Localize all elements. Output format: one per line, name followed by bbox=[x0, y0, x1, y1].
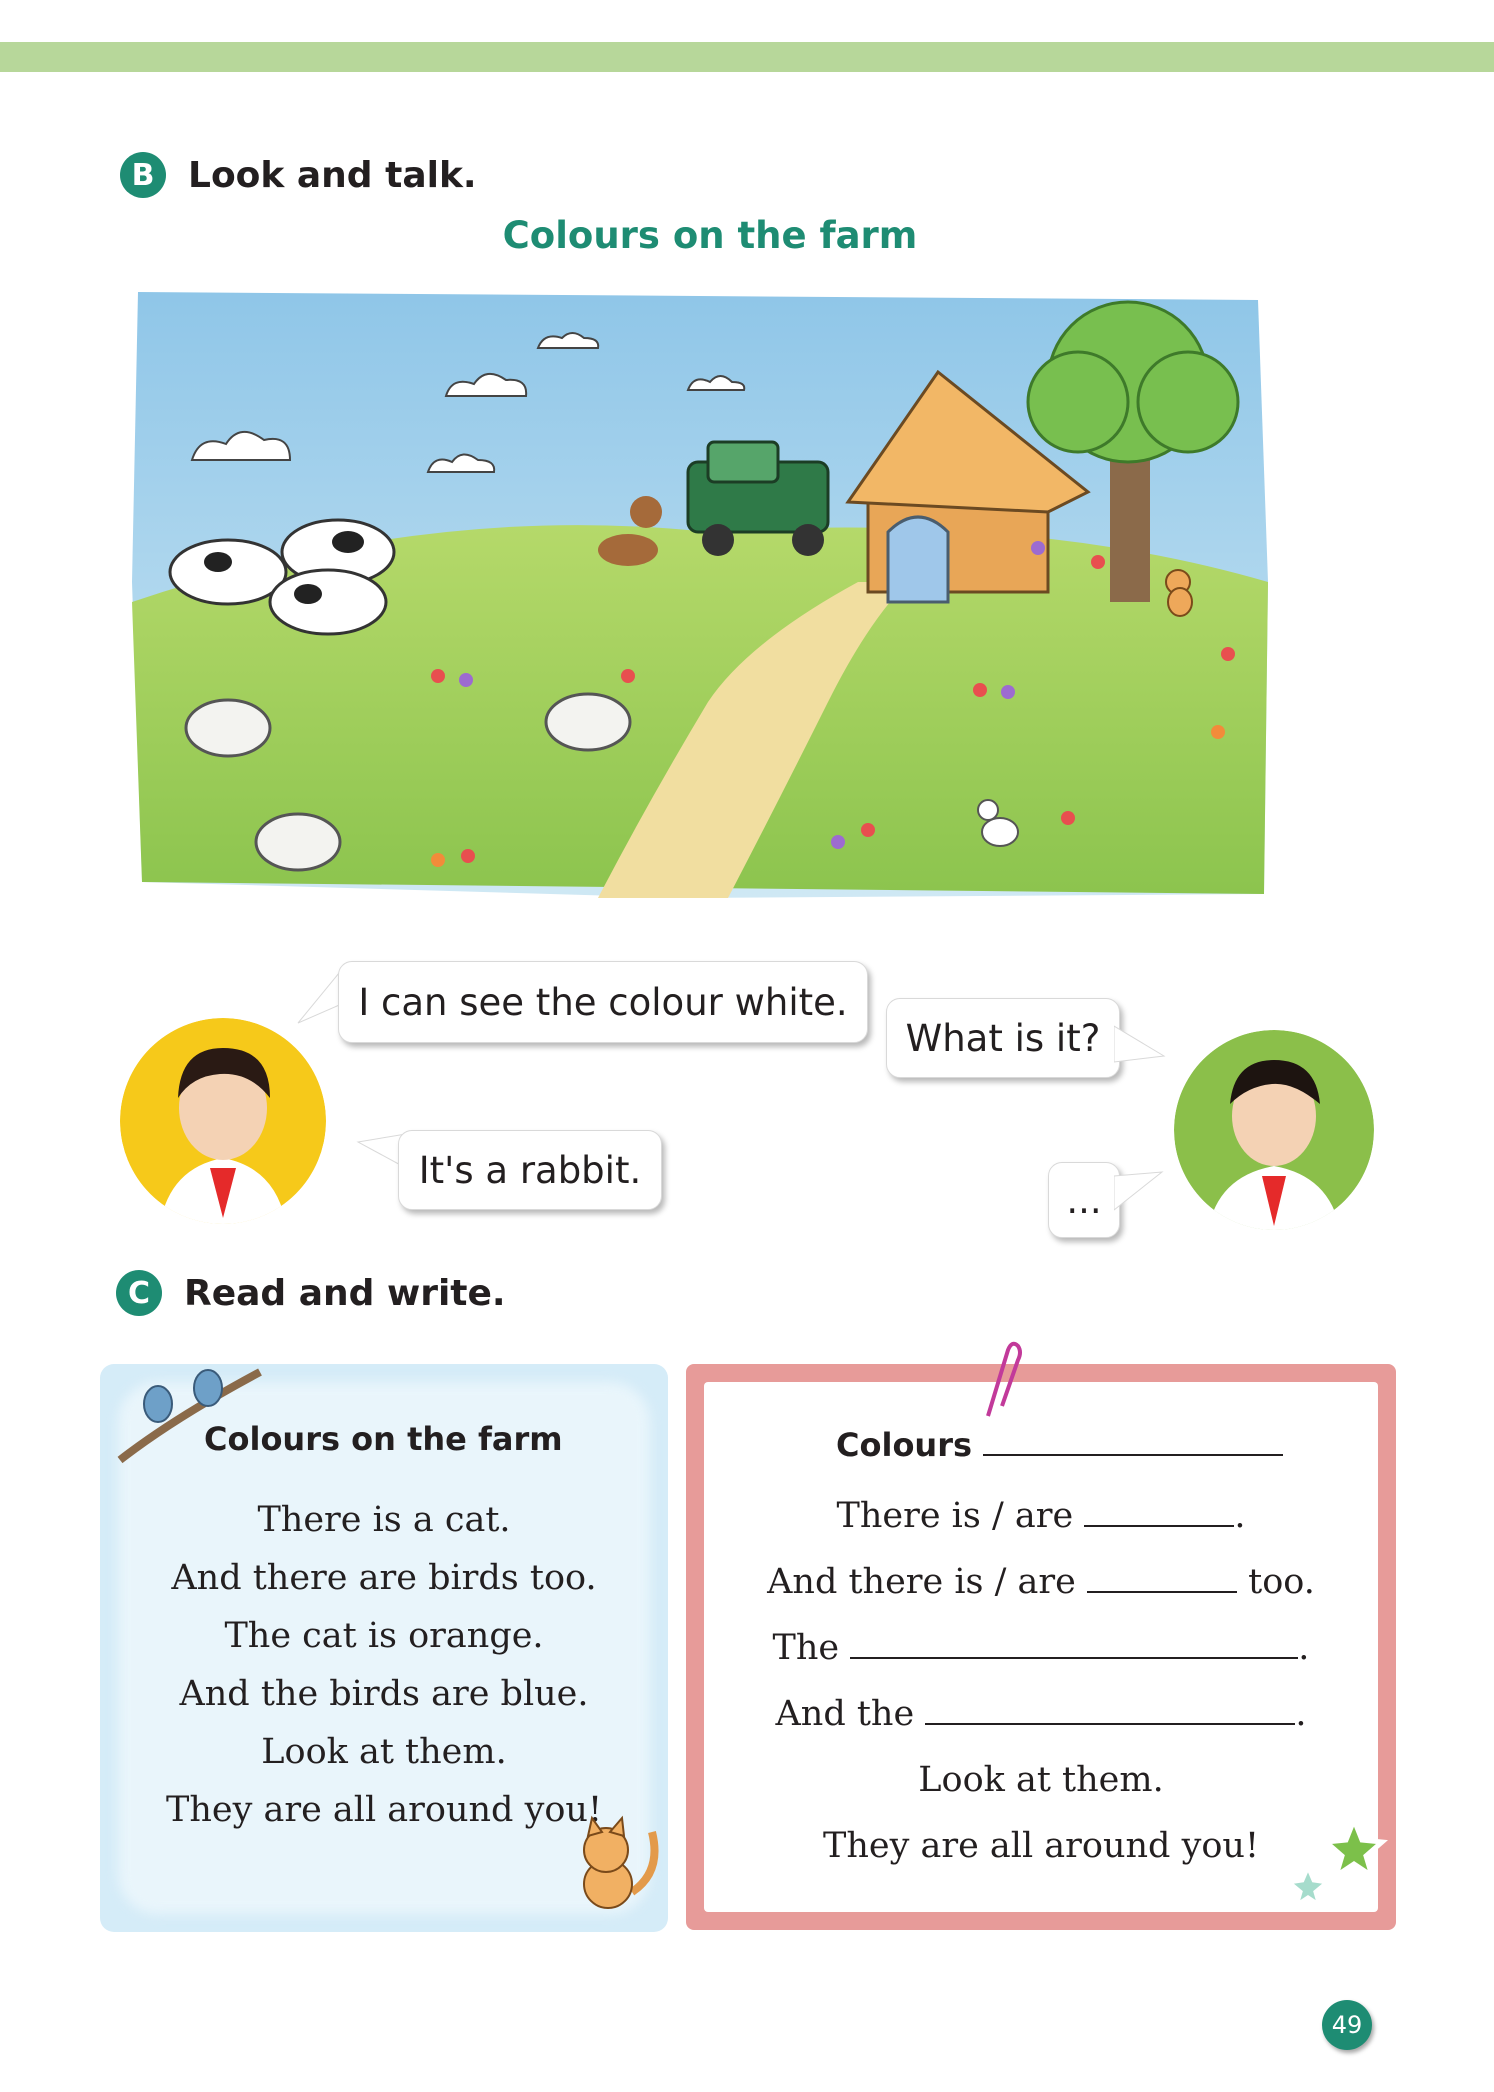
cat-icon bbox=[583, 1815, 659, 1909]
poem-title: Colours on the farm bbox=[204, 1420, 563, 1458]
title-blank[interactable] bbox=[983, 1426, 1284, 1456]
answer-blank[interactable] bbox=[850, 1629, 1299, 1659]
farm-illustration bbox=[132, 292, 1268, 898]
poem-line: There is a cat. bbox=[257, 1500, 511, 1540]
writing-line-5: Look at them. bbox=[918, 1760, 1164, 1800]
writing-title: Colours bbox=[836, 1426, 1284, 1464]
section-b-heading: B Look and talk. bbox=[120, 152, 477, 198]
girl-line-2: It's a rabbit. bbox=[418, 1148, 642, 1192]
boy-bubble-2-tail bbox=[1114, 1171, 1164, 1211]
poem-line: And there are birds too. bbox=[171, 1558, 597, 1598]
writing-line-4: And the . bbox=[775, 1694, 1307, 1734]
answer-blank[interactable] bbox=[1087, 1563, 1238, 1593]
girl-avatar bbox=[120, 1018, 326, 1224]
answer-blank[interactable] bbox=[1084, 1497, 1235, 1527]
header-band bbox=[0, 42, 1494, 72]
star-sticker-icon bbox=[1282, 1813, 1388, 1912]
boy-bubble-2: ... bbox=[1048, 1162, 1120, 1238]
writing-line-2: And there is / are too. bbox=[767, 1562, 1315, 1602]
page-number: 49 bbox=[1322, 2000, 1372, 2050]
poem-card: Colours on the farm There is a cat. And … bbox=[100, 1364, 668, 1932]
writing-line-3: The . bbox=[772, 1628, 1310, 1668]
poem-line: Look at them. bbox=[261, 1732, 507, 1772]
girl-bubble-1-tail bbox=[297, 966, 344, 1024]
scene-title: Colours on the farm bbox=[502, 214, 918, 257]
section-c-title: Read and write. bbox=[184, 1272, 506, 1314]
writing-card: Colours There is / are . And there is / … bbox=[686, 1341, 1396, 1930]
section-b-title: Look and talk. bbox=[188, 154, 477, 196]
cat-icon bbox=[1165, 569, 1193, 617]
girl-bubble-2: It's a rabbit. bbox=[398, 1130, 662, 1210]
girl-line-1: I can see the colour white. bbox=[358, 980, 848, 1024]
boy-line-1: What is it? bbox=[905, 1016, 1101, 1060]
boy-avatar bbox=[1174, 1030, 1374, 1230]
section-c-heading: C Read and write. bbox=[116, 1270, 506, 1316]
paperclip-icon bbox=[986, 1341, 1022, 1417]
answer-blank[interactable] bbox=[925, 1695, 1296, 1725]
boy-bubble-1: What is it? bbox=[886, 998, 1120, 1078]
boy-bubble-1-tail bbox=[1114, 1025, 1166, 1063]
boy-line-2: ... bbox=[1066, 1178, 1102, 1222]
section-b-badge: B bbox=[120, 152, 166, 198]
writing-line-1: There is / are . bbox=[836, 1496, 1246, 1536]
section-c-badge: C bbox=[116, 1270, 162, 1316]
girl-bubble-1: I can see the colour white. bbox=[338, 961, 868, 1043]
poem-line: The cat is orange. bbox=[224, 1616, 544, 1656]
poem-line: And the birds are blue. bbox=[179, 1674, 589, 1714]
